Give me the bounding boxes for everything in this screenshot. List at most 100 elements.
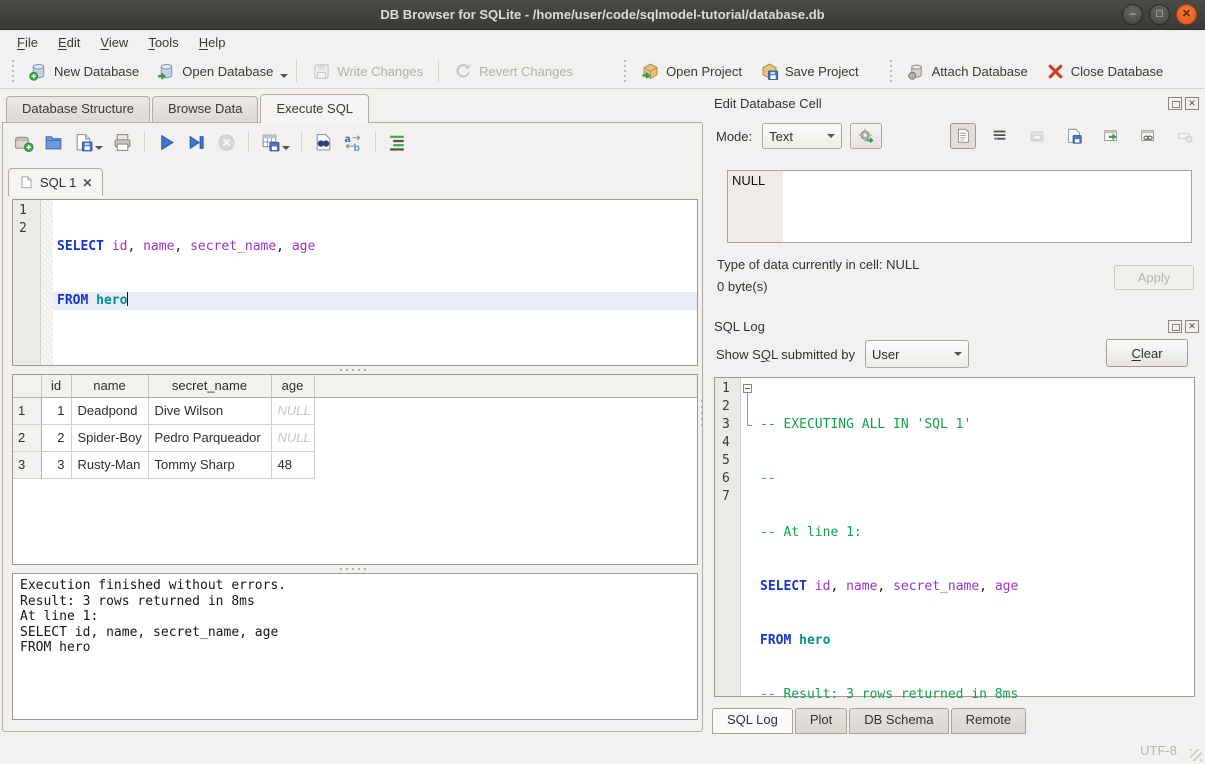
tab-browse-data[interactable]: Browse Data xyxy=(152,96,258,123)
format-sql-icon[interactable] xyxy=(387,132,408,153)
cell-name[interactable]: Spider-Boy xyxy=(71,424,148,451)
cell-name[interactable]: Rusty-Man xyxy=(71,451,148,478)
editor-line-2: FROM hero xyxy=(53,292,697,310)
cell-age[interactable]: NULL xyxy=(271,397,314,424)
row-number[interactable]: 3 xyxy=(13,451,41,478)
execute-all-icon[interactable] xyxy=(156,132,177,153)
tab-sql-log[interactable]: SQL Log xyxy=(712,708,793,734)
cell-id[interactable]: 3 xyxy=(41,451,71,478)
sql-editor[interactable]: 1 2 SELECT id, name, secret_name, age FR… xyxy=(12,199,698,366)
editor-results-splitter[interactable] xyxy=(12,366,698,374)
maximize-button[interactable]: □ xyxy=(1149,4,1170,25)
toolbar-grip[interactable] xyxy=(888,60,894,82)
auto-switch-mode-button[interactable] xyxy=(850,123,882,149)
minimize-button[interactable]: – xyxy=(1122,4,1143,25)
results-message-splitter[interactable] xyxy=(12,565,698,573)
column-header-secret-name[interactable]: secret_name xyxy=(148,375,271,397)
clear-button[interactable]: Clear xyxy=(1106,339,1188,367)
import-icon[interactable] xyxy=(1024,123,1050,149)
menu-view[interactable]: View xyxy=(91,33,137,52)
encoding-indicator[interactable]: UTF-8 xyxy=(1140,743,1177,758)
open-database-button[interactable]: Open Database xyxy=(148,58,282,85)
menu-tools[interactable]: Tools xyxy=(139,33,187,52)
tab-plot[interactable]: Plot xyxy=(795,708,847,734)
menu-file[interactable]: File xyxy=(8,33,47,52)
text-mode-icon[interactable] xyxy=(950,123,976,149)
find-replace-icon[interactable]: ab xyxy=(343,132,364,153)
column-header-age[interactable]: age xyxy=(271,375,314,397)
save-results-icon[interactable] xyxy=(260,132,290,153)
close-database-button[interactable]: Close Database xyxy=(1037,58,1173,85)
print-sql-icon[interactable] xyxy=(112,132,133,153)
new-database-button[interactable]: New Database xyxy=(20,58,148,85)
row-number[interactable]: 1 xyxy=(13,397,41,424)
export-icon[interactable] xyxy=(1061,123,1087,149)
pane-splitter[interactable] xyxy=(701,400,703,426)
revert-changes-button[interactable]: Revert Changes xyxy=(445,58,582,85)
float-dock-icon[interactable] xyxy=(1168,320,1182,333)
execute-line-icon[interactable] xyxy=(186,132,207,153)
float-dock-icon[interactable] xyxy=(1168,97,1182,110)
cell-id[interactable]: 1 xyxy=(41,397,71,424)
execution-message[interactable]: Execution finished without errors. Resul… xyxy=(12,573,698,720)
filter-combobox[interactable]: User xyxy=(865,340,969,368)
results-grid[interactable]: id name secret_name age 1 1 Deadpond Di xyxy=(12,374,698,565)
sql-log-view[interactable]: 1234567 -- EXECUTING ALL IN 'SQL 1' -- -… xyxy=(714,377,1195,697)
close-dock-icon[interactable]: ✕ xyxy=(1185,97,1199,110)
column-header-id[interactable]: id xyxy=(41,375,71,397)
menu-help[interactable]: Help xyxy=(190,33,235,52)
attach-database-button[interactable]: Attach Database xyxy=(898,58,1037,85)
save-project-button[interactable]: Save Project xyxy=(751,58,868,85)
cell-id[interactable]: 2 xyxy=(41,424,71,451)
results-corner-header[interactable] xyxy=(13,375,41,397)
resize-grip[interactable] xyxy=(1190,749,1202,761)
cell-value-editor[interactable]: NULL xyxy=(727,170,1192,243)
close-button[interactable]: ✕ xyxy=(1176,4,1197,25)
statusbar: UTF-8 xyxy=(0,736,1205,764)
editor-code-area[interactable]: SELECT id, name, secret_name, age FROM h… xyxy=(53,200,697,365)
cell-age[interactable]: 48 xyxy=(271,451,314,478)
cell-name[interactable]: Deadpond xyxy=(71,397,148,424)
log-code-area[interactable]: -- EXECUTING ALL IN 'SQL 1' -- -- At lin… xyxy=(756,378,1194,696)
fold-collapse-icon[interactable] xyxy=(743,384,752,393)
open-sql-file-icon[interactable] xyxy=(43,132,64,153)
cell-secret-name[interactable]: Tommy Sharp xyxy=(148,451,271,478)
tab-execute-sql[interactable]: Execute SQL xyxy=(260,94,369,123)
cell-age[interactable]: NULL xyxy=(271,424,314,451)
table-row[interactable]: 1 1 Deadpond Dive Wilson NULL xyxy=(13,397,697,424)
bottom-tab-bar: SQL Log Plot DB Schema Remote xyxy=(712,708,1026,734)
close-dock-icon[interactable]: ✕ xyxy=(1185,320,1199,333)
text-cursor xyxy=(127,292,128,306)
sql-tab-sql1[interactable]: SQL 1 ✕ xyxy=(8,168,103,196)
write-changes-button[interactable]: Write Changes xyxy=(303,58,432,85)
cell-secret-name[interactable]: Pedro Parqueador xyxy=(148,424,271,451)
mode-combobox[interactable]: Text xyxy=(762,123,842,149)
close-sql-tab-icon[interactable]: ✕ xyxy=(82,176,92,190)
column-header-name[interactable]: name xyxy=(71,375,148,397)
new-sql-tab-icon[interactable] xyxy=(13,132,34,153)
stop-icon[interactable] xyxy=(216,132,237,153)
word-wrap-icon[interactable] xyxy=(987,123,1013,149)
link-icon[interactable] xyxy=(1135,123,1161,149)
open-project-button[interactable]: Open Project xyxy=(632,58,751,85)
toolbar-grip[interactable] xyxy=(10,60,16,82)
tab-database-structure[interactable]: Database Structure xyxy=(6,96,150,123)
save-sql-file-icon[interactable] xyxy=(73,132,103,153)
tab-remote[interactable]: Remote xyxy=(951,708,1027,734)
toolbar-grip[interactable] xyxy=(622,60,628,82)
open-database-dropdown-icon[interactable] xyxy=(280,74,288,78)
log-fold-margin[interactable] xyxy=(741,378,756,696)
set-null-icon[interactable] xyxy=(1172,123,1198,149)
cell-secret-name[interactable]: Dive Wilson xyxy=(148,397,271,424)
save-results-dropdown-icon[interactable] xyxy=(282,146,290,150)
menu-edit[interactable]: Edit xyxy=(49,33,89,52)
table-row[interactable]: 3 3 Rusty-Man Tommy Sharp 48 xyxy=(13,451,697,478)
row-number[interactable]: 2 xyxy=(13,424,41,451)
find-icon[interactable] xyxy=(313,132,334,153)
apply-button[interactable]: Apply xyxy=(1114,265,1194,290)
tab-db-schema[interactable]: DB Schema xyxy=(849,708,948,734)
save-sql-dropdown-icon[interactable] xyxy=(95,146,103,150)
titlebar[interactable]: DB Browser for SQLite - /home/user/code/… xyxy=(0,0,1205,30)
open-in-app-icon[interactable] xyxy=(1098,123,1124,149)
table-row[interactable]: 2 2 Spider-Boy Pedro Parqueador NULL xyxy=(13,424,697,451)
